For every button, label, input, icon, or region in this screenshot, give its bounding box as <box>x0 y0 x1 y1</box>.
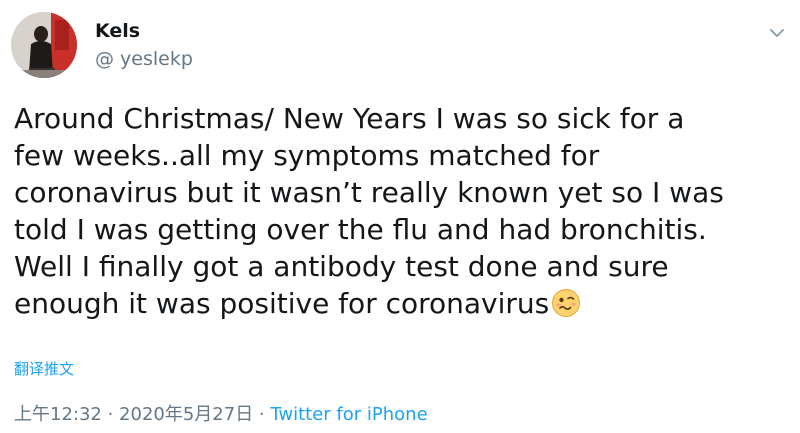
avatar-photo-icon <box>11 12 77 78</box>
meta-separator: · <box>253 404 271 425</box>
tweet-line: Around Christmas/ New Years I was so sic… <box>14 102 685 135</box>
tweet-line-with-emoji: enough it was positive for coronavirus <box>14 285 794 322</box>
tweet-text: Around Christmas/ New Years I was so sic… <box>14 100 794 322</box>
tweet-line: enough it was positive for coronavirus <box>14 287 550 320</box>
user-handle[interactable]: @ yeslekp <box>95 48 193 70</box>
display-name[interactable]: Kels <box>95 20 140 42</box>
tweet-meta: 上午12:32 · 2020年5月27日 · Twitter for iPhon… <box>14 400 428 426</box>
tweet-line: told I was getting over the flu and had … <box>14 213 707 246</box>
tweet-card: Kels @ yeslekp Around Christmas/ New Yea… <box>0 0 800 433</box>
woozy-face-icon <box>551 288 581 318</box>
tweet-line: few weeks..all my symptoms matched for <box>14 139 600 172</box>
chevron-down-icon[interactable] <box>766 22 788 44</box>
timestamp[interactable]: 上午12:32 · 2020年5月27日 <box>14 404 253 425</box>
translate-tweet-link[interactable]: 翻译推文 <box>14 358 74 379</box>
tweet-line: coronavirus but it wasn’t really known y… <box>14 176 724 209</box>
tweet-line: Well I finally got a antibody test done … <box>14 250 669 283</box>
avatar[interactable] <box>11 12 77 78</box>
source-link[interactable]: Twitter for iPhone <box>270 404 427 425</box>
